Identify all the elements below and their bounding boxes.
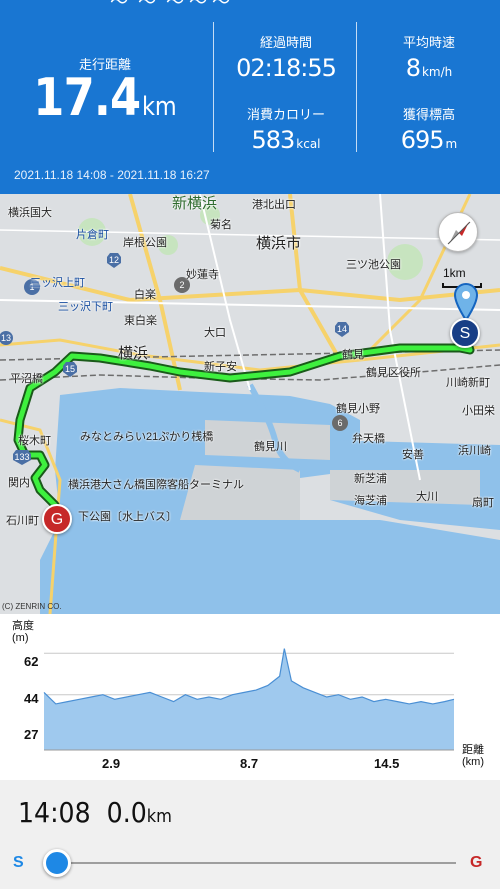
- map-label-kawasaki-shinmachi: 川崎新町: [446, 377, 490, 389]
- map-label-myorenji: 妙蓮寺: [186, 269, 219, 281]
- map-label-hakuraku: 白楽: [134, 289, 156, 301]
- map-label-minatomirai: みなとみらい21ぷかり桟橋: [80, 431, 214, 443]
- map-label-osanbashi: 横浜港大さん橋国際客船ターミナル: [68, 479, 244, 491]
- map-label-kikuna: 菊名: [210, 219, 232, 231]
- map-label-benten: 弁天橋: [352, 433, 385, 445]
- x-tick-label: 2.9: [102, 756, 121, 771]
- y-tick-label: 62: [24, 654, 39, 669]
- map-label-ogimachi: 扇町: [472, 497, 494, 509]
- map-label-sakuragicho: 桜木町: [18, 435, 51, 447]
- map-label-kurata: 片倉町: [76, 229, 109, 241]
- svg-text:14: 14: [337, 324, 347, 334]
- map-label-higashi-hakuraku: 東白楽: [124, 315, 157, 327]
- elevation-area: [44, 648, 454, 750]
- map-label-mitsuzawa-kami: 三ッ沢上町: [30, 277, 85, 289]
- activity-stats-panel: 〜 〜 〜 〜 〜 走行距離 17.4km 経過時間 02:18:55 平均時速…: [0, 0, 500, 194]
- map-label-higashi-kanagawa: 横浜: [118, 345, 149, 362]
- map-label-shinkoyasu: 新子安: [204, 361, 237, 373]
- map-label-yokohama-shi: 横浜市: [256, 235, 302, 252]
- map-label-umishibaura: 海芝浦: [354, 495, 387, 507]
- map-label-oguchi: 大口: [204, 327, 226, 339]
- svg-text:133: 133: [14, 452, 29, 462]
- current-position-readout: 14:08 0.0km: [18, 796, 172, 829]
- map-label-yamashita: 下公園〔水上バス〕: [78, 511, 177, 523]
- map-label-odasakae: 小田栄: [462, 405, 495, 417]
- cut-off-header-text: 〜 〜 〜 〜 〜: [0, 0, 500, 8]
- svg-text:6: 6: [337, 418, 342, 428]
- start-marker[interactable]: S: [450, 318, 480, 348]
- x-axis-title: 距離 (km): [462, 744, 484, 768]
- goal-marker[interactable]: G: [42, 504, 72, 534]
- svg-text:12: 12: [109, 255, 119, 265]
- map-label-shinshiba: 新芝浦: [354, 473, 387, 485]
- map-scale-label: 1km: [443, 266, 466, 280]
- divider: [213, 22, 214, 152]
- map-label-shin-yokohama: 新横浜: [172, 195, 218, 212]
- slider-goal-label: G: [470, 854, 483, 871]
- playback-slider-thumb[interactable]: [43, 849, 71, 877]
- map-label-anzen: 安善: [402, 449, 424, 461]
- x-tick-label: 14.5: [374, 756, 400, 771]
- map-label-okawa: 大川: [416, 491, 438, 503]
- y-tick-label: 27: [24, 727, 39, 742]
- elapsed-time-label: 経過時間: [259, 35, 312, 50]
- avg-speed-label: 平均時速: [402, 35, 455, 50]
- map-label-tsurumi-ku: 鶴見区役所: [366, 367, 421, 379]
- distance-value: 17.4km: [33, 68, 177, 128]
- elapsed-time-value: 02:18:55: [236, 54, 337, 82]
- current-position-pin-icon: [453, 282, 479, 322]
- map-label-tsurumi: 鶴見: [342, 349, 364, 361]
- map-canvas: 12 1 2 14 15 6 133 13: [0, 194, 500, 614]
- map-label-kohoku: 港北出口: [252, 199, 296, 211]
- y-tick-label: 44: [24, 691, 39, 706]
- compass-button[interactable]: [438, 212, 478, 252]
- elevation-gain-value: 695 m: [400, 126, 458, 154]
- avg-speed-value: 8 km/h: [405, 54, 453, 82]
- calories-value: 583 kcal: [251, 126, 321, 154]
- date-range: 2021.11.18 14:08 - 2021.11.18 16:27: [14, 168, 210, 182]
- map-label-hiranuma: 平沼橋: [10, 373, 43, 385]
- map-label-tsurumi-gawa: 鶴見川: [254, 441, 287, 453]
- slider-start-label: S: [13, 854, 24, 871]
- calories-label: 消費カロリー: [246, 107, 325, 122]
- map-label-hamakawasaki: 浜川崎: [458, 445, 491, 457]
- map-label-mitsuzawa-shimo: 三ッ沢下町: [58, 301, 113, 313]
- compass-icon: [447, 221, 471, 245]
- playback-panel: 14:08 0.0km S G: [0, 780, 500, 889]
- svg-text:2: 2: [179, 280, 184, 290]
- svg-text:15: 15: [65, 364, 75, 374]
- map-label-yokohama-daigaku: 横浜国大: [8, 207, 52, 219]
- route-map[interactable]: 12 1 2 14 15 6 133 13 新横浜 横浜市 菊名 横浜国大 港北…: [0, 194, 500, 614]
- map-label-kishine: 岸根公園: [123, 237, 167, 249]
- map-label-mitsuike: 三ツ池公園: [346, 259, 401, 271]
- elevation-chart[interactable]: 高度 (m) 62 44 27 2.9 8.7 14.5 距離 (km): [0, 614, 500, 780]
- svg-text:13: 13: [1, 333, 11, 343]
- map-copyright: (C) ZENRIN CO.: [2, 602, 62, 611]
- map-label-tsurumi-ono: 鶴見小野: [336, 403, 380, 415]
- x-tick-label: 8.7: [240, 756, 259, 771]
- map-label-kannai: 関内: [8, 477, 30, 489]
- map-label-ishikawa: 石川町: [6, 515, 39, 527]
- playback-slider-track[interactable]: [56, 862, 456, 864]
- elevation-gain-label: 獲得標高: [402, 107, 455, 122]
